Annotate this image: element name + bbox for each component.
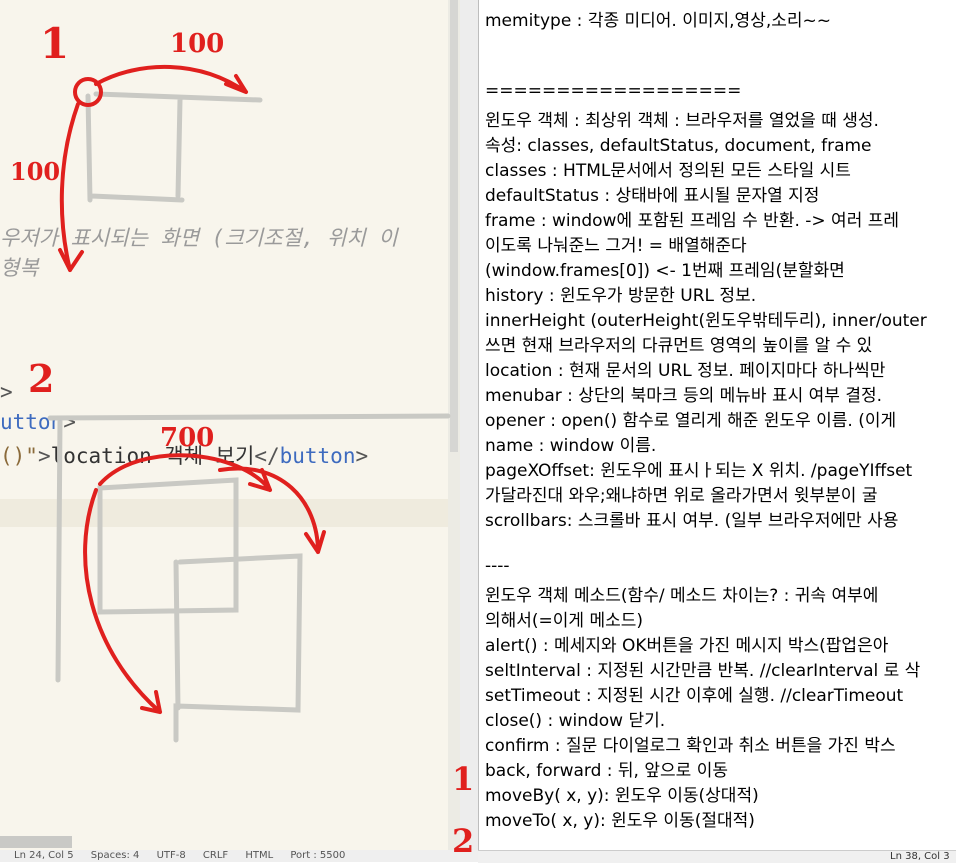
- arrow-right-top: [94, 64, 248, 94]
- annotation-mark-2: 2: [28, 356, 54, 401]
- arrow-down-left: [58, 102, 84, 272]
- sketch-window-2: [47, 413, 451, 743]
- annotation-note-mark-2: 2: [452, 822, 474, 860]
- sketch-window-1: [85, 91, 263, 203]
- annotation-100-left: 100: [10, 157, 60, 186]
- annotation-700: 700: [160, 423, 214, 453]
- annotation-100-top: 100: [170, 29, 224, 59]
- handwritten-annotations: 1 100 100 2 700 1 2: [10, 19, 474, 860]
- annotation-note-mark-1: 1: [452, 760, 474, 798]
- arrow-curve-700-3: [83, 488, 162, 714]
- annotation-mark-1: 1: [40, 19, 69, 68]
